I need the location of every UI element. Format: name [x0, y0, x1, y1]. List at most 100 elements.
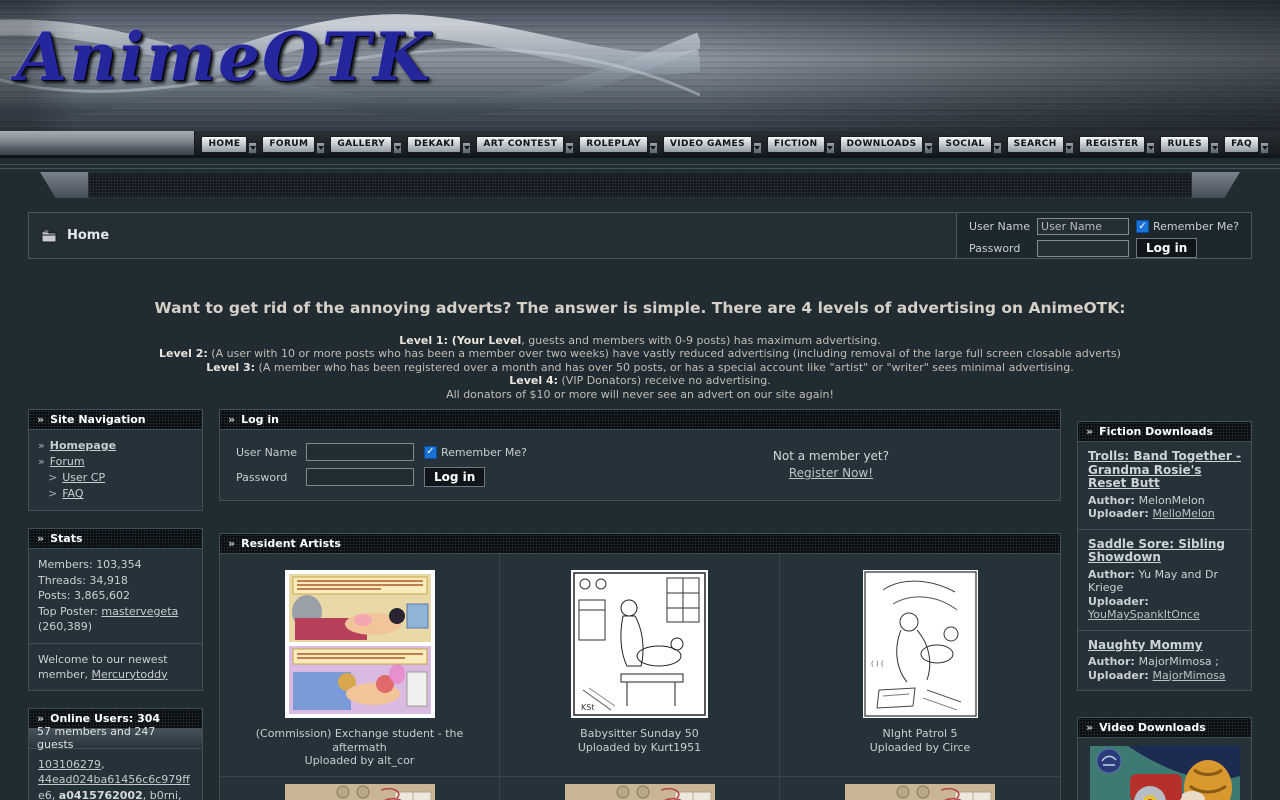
nav-bar: HOMEFORUMGALLERYDEKAKI ART CONTESTROLEPLA…: [0, 131, 1280, 158]
remember-checkbox[interactable]: ✓: [1136, 220, 1149, 233]
password-input[interactable]: [306, 468, 414, 486]
fiction-title-link[interactable]: Saddle Sore: Sibling Showdown: [1088, 538, 1241, 565]
login-button[interactable]: Log in: [424, 467, 485, 487]
nav-item-video-games[interactable]: VIDEO GAMES: [663, 132, 765, 154]
separator-line: [0, 168, 1280, 169]
nav-item-art-contest[interactable]: ART CONTEST: [476, 132, 577, 154]
nav-item-downloads[interactable]: DOWNLOADS: [840, 132, 937, 154]
user-link-a0415762002[interactable]: a0415762002: [59, 789, 143, 800]
artist-thumbnail-link[interactable]: ( ) (: [863, 570, 978, 718]
nav-item-home[interactable]: HOME: [201, 132, 260, 154]
stats-header: » Stats: [29, 529, 202, 549]
artist-item: Detention: [500, 776, 780, 800]
site-logo[interactable]: AnimeOTK: [16, 18, 432, 96]
chevron-down-glyph: [395, 146, 401, 150]
username-input[interactable]: [306, 443, 414, 461]
chevron-down-icon[interactable]: [565, 142, 574, 154]
nav-item-gallery[interactable]: GALLERY: [330, 132, 405, 154]
artwork-thumbnail: Detention: [565, 784, 715, 800]
fiction-uploader-link[interactable]: YouMaySpankItOnce: [1088, 608, 1200, 621]
fiction-uploader-label: Uploader:: [1088, 507, 1153, 520]
advert-text-segment: Level 3:: [206, 361, 255, 374]
chevron-down-icon[interactable]: [993, 142, 1002, 154]
chevron-down-icon[interactable]: [826, 142, 835, 154]
panel-title: Video Downloads: [1099, 721, 1206, 734]
nav-button-label: DEKAKI: [407, 136, 461, 153]
login-form: User Name ✓ Remember Me? Password Log in: [236, 443, 527, 487]
sidebar-link-user-cp[interactable]: User CP: [62, 470, 105, 486]
chevron-down-icon[interactable]: [462, 142, 471, 154]
login-button[interactable]: Log in: [1136, 238, 1197, 258]
stat-label: Posts:: [38, 589, 74, 602]
chevron-down-glyph: [318, 146, 324, 150]
chevron-down-glyph: [754, 146, 760, 150]
remember-label: Remember Me?: [441, 446, 527, 459]
newest-member-link[interactable]: Mercurytoddy: [91, 668, 167, 681]
panel-arrow-icon: »: [1086, 721, 1093, 734]
chevron-down-glyph: [567, 146, 573, 150]
advert-line-4: Level 4: (VIP Donators) receive no adver…: [0, 374, 1280, 387]
artist-thumbnail-link[interactable]: Detention: [845, 784, 995, 800]
nav-item-faq[interactable]: FAQ: [1224, 132, 1272, 154]
panel-arrow-icon: »: [228, 537, 235, 550]
artist-thumbnail-link[interactable]: [285, 570, 435, 718]
chevron-down-icon[interactable]: [753, 142, 762, 154]
username-input[interactable]: [1037, 218, 1129, 235]
chevron-down-icon[interactable]: [393, 142, 402, 154]
fiction-uploader-link[interactable]: MelloMelon: [1153, 507, 1215, 520]
artist-thumbnail-link[interactable]: Detention: [565, 784, 715, 800]
chevron-down-glyph: [1148, 146, 1154, 150]
sidebar-link-forum[interactable]: Forum: [50, 454, 85, 470]
fiction-author-name: MelonMelon: [1139, 494, 1205, 507]
fiction-title-link[interactable]: Trolls: Band Together - Grandma Rosie's …: [1088, 450, 1241, 491]
artist-caption: NIght Patrol 5: [788, 727, 1052, 741]
main-columns: » Site Navigation »Homepage»Forum>User C…: [0, 409, 1280, 800]
artist-caption: Babysitter Sunday 50: [508, 727, 771, 741]
fiction-uploader-link[interactable]: MajorMimosa: [1153, 669, 1226, 682]
advert-line-1: Level 1: (Your Level, guests and members…: [0, 334, 1280, 347]
nav-item-fiction[interactable]: FICTION: [767, 132, 838, 154]
nav-button-label: SEARCH: [1007, 136, 1064, 153]
sidebar-link-homepage[interactable]: Homepage: [50, 438, 116, 454]
nav-item-forum[interactable]: FORUM: [262, 132, 328, 154]
top-poster-link[interactable]: mastervegeta: [101, 605, 178, 618]
site-navigation-links: »Homepage»Forum>User CP>FAQ: [29, 430, 202, 510]
nav-item-roleplay[interactable]: ROLEPLAY: [579, 132, 661, 154]
chevron-down-icon[interactable]: [924, 142, 933, 154]
artist-item-night-patrol-5: ( ) ( NIght Patrol 5Uploaded by Circe: [780, 554, 1060, 776]
sidebar-link-faq[interactable]: FAQ: [62, 486, 83, 502]
artist-thumbnail-link[interactable]: Detention: [285, 784, 435, 800]
video-downloads-body: Tu Seras un Taxi, Mon Fils!: [1078, 738, 1251, 800]
nav-item-search[interactable]: SEARCH: [1007, 132, 1077, 154]
nav-item-social[interactable]: SOCIAL: [938, 132, 1004, 154]
password-input[interactable]: [1037, 240, 1129, 257]
user-link-b0rni[interactable]: b0rni: [150, 789, 178, 800]
chevron-down-icon[interactable]: [1210, 142, 1219, 154]
nav-button-label: FAQ: [1224, 136, 1259, 153]
stats-lines: Members: 103,354Threads: 34,918Posts: 3,…: [29, 549, 202, 643]
chevron-down-icon[interactable]: [1065, 142, 1074, 154]
artist-thumbnail-link[interactable]: KSt: [571, 570, 708, 718]
chevron-down-icon[interactable]: [1260, 142, 1269, 154]
panel-title: Resident Artists: [241, 537, 341, 550]
chevron-down-icon[interactable]: [1146, 142, 1155, 154]
user-link-103106279[interactable]: 103106279: [38, 758, 101, 771]
chevron-down-icon[interactable]: [316, 142, 325, 154]
video-thumbnail-link[interactable]: [1090, 746, 1240, 800]
nav-item-register[interactable]: REGISTER: [1079, 132, 1159, 154]
panel-arrow-icon: »: [37, 413, 44, 426]
remember-checkbox[interactable]: ✓: [424, 446, 437, 459]
chevron-down-icon[interactable]: [649, 142, 658, 154]
sidebar-item-faq: >FAQ: [38, 486, 193, 502]
register-link[interactable]: Register Now!: [789, 466, 873, 480]
stats-panel: » Stats Members: 103,354Threads: 34,918P…: [28, 528, 203, 691]
panel-title: Online Users: 304: [50, 712, 160, 725]
chevron-down-icon[interactable]: [248, 142, 257, 154]
chevron-down-glyph: [1212, 146, 1218, 150]
fiction-title-link[interactable]: Naughty Mommy: [1088, 639, 1241, 653]
remember-label: Remember Me?: [1153, 220, 1239, 233]
nav-item-rules[interactable]: RULES: [1160, 132, 1222, 154]
nav-item-dekaki[interactable]: DEKAKI: [407, 132, 474, 154]
chevron-down-glyph: [994, 146, 1000, 150]
chevron-down-glyph: [1066, 146, 1072, 150]
